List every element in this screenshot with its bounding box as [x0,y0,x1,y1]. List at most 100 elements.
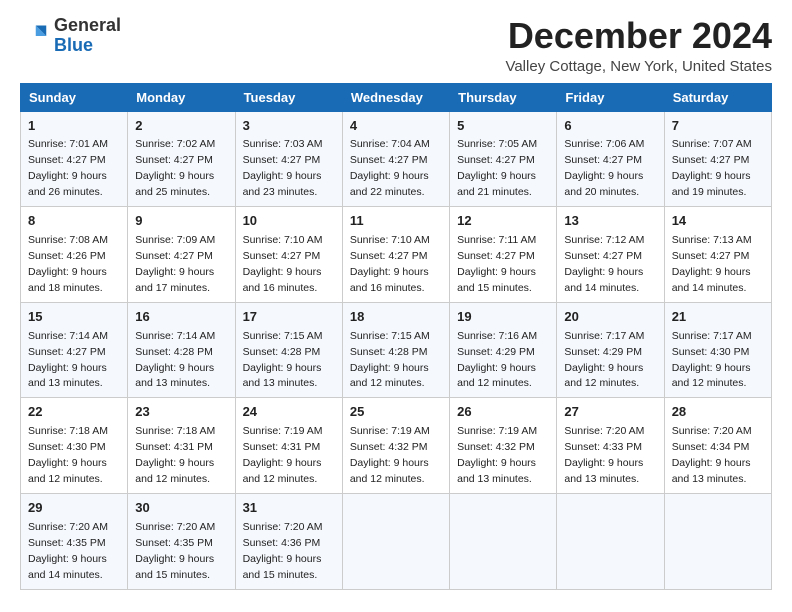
sunset: Sunset: 4:31 PM [243,441,321,453]
weekday-header-saturday: Saturday [664,83,771,111]
day-number: 20 [564,308,656,327]
calendar-cell: 25Sunrise: 7:19 AMSunset: 4:32 PMDayligh… [342,398,449,494]
logo-icon [20,22,48,50]
day-number: 25 [350,403,442,422]
sunrise: Sunrise: 7:04 AM [350,138,430,150]
daylight: Daylight: 9 hours and 12 minutes. [672,362,751,390]
sunrise: Sunrise: 7:14 AM [135,330,215,342]
sunset: Sunset: 4:35 PM [135,537,213,549]
calendar-cell: 5Sunrise: 7:05 AMSunset: 4:27 PMDaylight… [450,111,557,207]
day-number: 15 [28,308,120,327]
sunset: Sunset: 4:27 PM [350,154,428,166]
month-title: December 2024 [505,16,772,56]
location-title: Valley Cottage, New York, United States [505,58,772,75]
calendar-cell: 17 Sunrise: 7:15 AM Sunset: 4:28 PM Dayligh… [235,302,342,398]
daylight: Daylight: 9 hours and 13 minutes. [564,457,643,485]
calendar-cell: 11Sunrise: 7:10 AMSunset: 4:27 PMDayligh… [342,207,449,303]
sunset: Sunset: 4:27 PM [243,250,321,262]
daylight: Daylight: 9 hours and 19 minutes. [672,170,751,198]
day-number: 4 [350,117,442,136]
sunrise: Sunrise: 7:19 AM [243,425,323,437]
sunrise: Sunrise: 7:19 AM [350,425,430,437]
daylight: Daylight: 9 hours and 12 minutes. [457,362,536,390]
daylight: Daylight: 9 hours and 21 minutes. [457,170,536,198]
day-number: 24 [243,403,335,422]
day-number: 3 [243,117,335,136]
calendar-cell: 19Sunrise: 7:16 AMSunset: 4:29 PMDayligh… [450,302,557,398]
sunrise: Sunrise: 7:16 AM [457,330,537,342]
sunrise: Sunrise: 7:01 AM [28,138,108,150]
day-number: 2 [135,117,227,136]
sunset: Sunset: 4:27 PM [135,250,213,262]
sunrise: Sunrise: 7:15 AM [243,330,323,342]
weekday-header-friday: Friday [557,83,664,111]
sunset: Sunset: 4:27 PM [672,154,750,166]
day-number: 22 [28,403,120,422]
sunrise: Sunrise: 7:02 AM [135,138,215,150]
calendar-cell [450,493,557,589]
calendar-cell: 7Sunrise: 7:07 AMSunset: 4:27 PMDaylight… [664,111,771,207]
calendar-cell: 30Sunrise: 7:20 AMSunset: 4:35 PMDayligh… [128,493,235,589]
calendar-cell: 15Sunrise: 7:14 AMSunset: 4:27 PMDayligh… [21,302,128,398]
calendar-cell: 20Sunrise: 7:17 AMSunset: 4:29 PMDayligh… [557,302,664,398]
sunset: Sunset: 4:27 PM [243,154,321,166]
sunrise: Sunrise: 7:17 AM [564,330,644,342]
sunset: Sunset: 4:28 PM [243,346,321,358]
calendar-cell: 23Sunrise: 7:18 AMSunset: 4:31 PMDayligh… [128,398,235,494]
calendar-cell: 29Sunrise: 7:20 AMSunset: 4:35 PMDayligh… [21,493,128,589]
sunrise: Sunrise: 7:08 AM [28,234,108,246]
daylight: Daylight: 9 hours and 18 minutes. [28,266,107,294]
sunset: Sunset: 4:26 PM [28,250,106,262]
day-number: 14 [672,212,764,231]
sunset: Sunset: 4:27 PM [564,154,642,166]
day-number: 23 [135,403,227,422]
calendar-cell: 2Sunrise: 7:02 AMSunset: 4:27 PMDaylight… [128,111,235,207]
sunrise: Sunrise: 7:09 AM [135,234,215,246]
sunset: Sunset: 4:27 PM [28,154,106,166]
sunrise: Sunrise: 7:20 AM [243,521,323,533]
weekday-header-thursday: Thursday [450,83,557,111]
sunrise: Sunrise: 7:07 AM [672,138,752,150]
daylight: Daylight: 9 hours and 13 minutes. [457,457,536,485]
calendar-week-row: 1Sunrise: 7:01 AMSunset: 4:27 PMDaylight… [21,111,772,207]
daylight: Daylight: 9 hours and 23 minutes. [243,170,322,198]
sunrise: Sunrise: 7:10 AM [243,234,323,246]
daylight: Daylight: 9 hours and 15 minutes. [243,553,322,581]
sunset: Sunset: 4:28 PM [350,346,428,358]
sunset: Sunset: 4:35 PM [28,537,106,549]
day-number: 30 [135,499,227,518]
sunrise: Sunrise: 7:13 AM [672,234,752,246]
day-number: 8 [28,212,120,231]
calendar-cell [664,493,771,589]
daylight: Daylight: 9 hours and 12 minutes. [350,457,429,485]
header: General Blue December 2024 Valley Cottag… [20,16,772,75]
day-number: 10 [243,212,335,231]
day-number: 11 [350,212,442,231]
daylight: Daylight: 9 hours and 13 minutes. [243,362,322,390]
sunrise: Sunrise: 7:17 AM [672,330,752,342]
daylight: Daylight: 9 hours and 13 minutes. [28,362,107,390]
sunset: Sunset: 4:30 PM [672,346,750,358]
sunset: Sunset: 4:29 PM [564,346,642,358]
sunset: Sunset: 4:27 PM [672,250,750,262]
daylight: Daylight: 9 hours and 26 minutes. [28,170,107,198]
daylight: Daylight: 9 hours and 13 minutes. [135,362,214,390]
daylight: Daylight: 9 hours and 16 minutes. [243,266,322,294]
daylight: Daylight: 9 hours and 25 minutes. [135,170,214,198]
sunset: Sunset: 4:30 PM [28,441,106,453]
sunrise: Sunrise: 7:18 AM [28,425,108,437]
calendar-cell: 13Sunrise: 7:12 AMSunset: 4:27 PMDayligh… [557,207,664,303]
sunrise: Sunrise: 7:12 AM [564,234,644,246]
calendar-cell: 16Sunrise: 7:14 AMSunset: 4:28 PMDayligh… [128,302,235,398]
day-number: 29 [28,499,120,518]
weekday-header-sunday: Sunday [21,83,128,111]
weekday-header-monday: Monday [128,83,235,111]
sunrise: Sunrise: 7:10 AM [350,234,430,246]
calendar-cell: 4Sunrise: 7:04 AMSunset: 4:27 PMDaylight… [342,111,449,207]
calendar-cell: 1Sunrise: 7:01 AMSunset: 4:27 PMDaylight… [21,111,128,207]
day-number: 5 [457,117,549,136]
calendar-week-row: 15Sunrise: 7:14 AMSunset: 4:27 PMDayligh… [21,302,772,398]
daylight: Daylight: 9 hours and 14 minutes. [672,266,751,294]
day-number: 18 [350,308,442,327]
day-number: 17 [243,308,335,327]
